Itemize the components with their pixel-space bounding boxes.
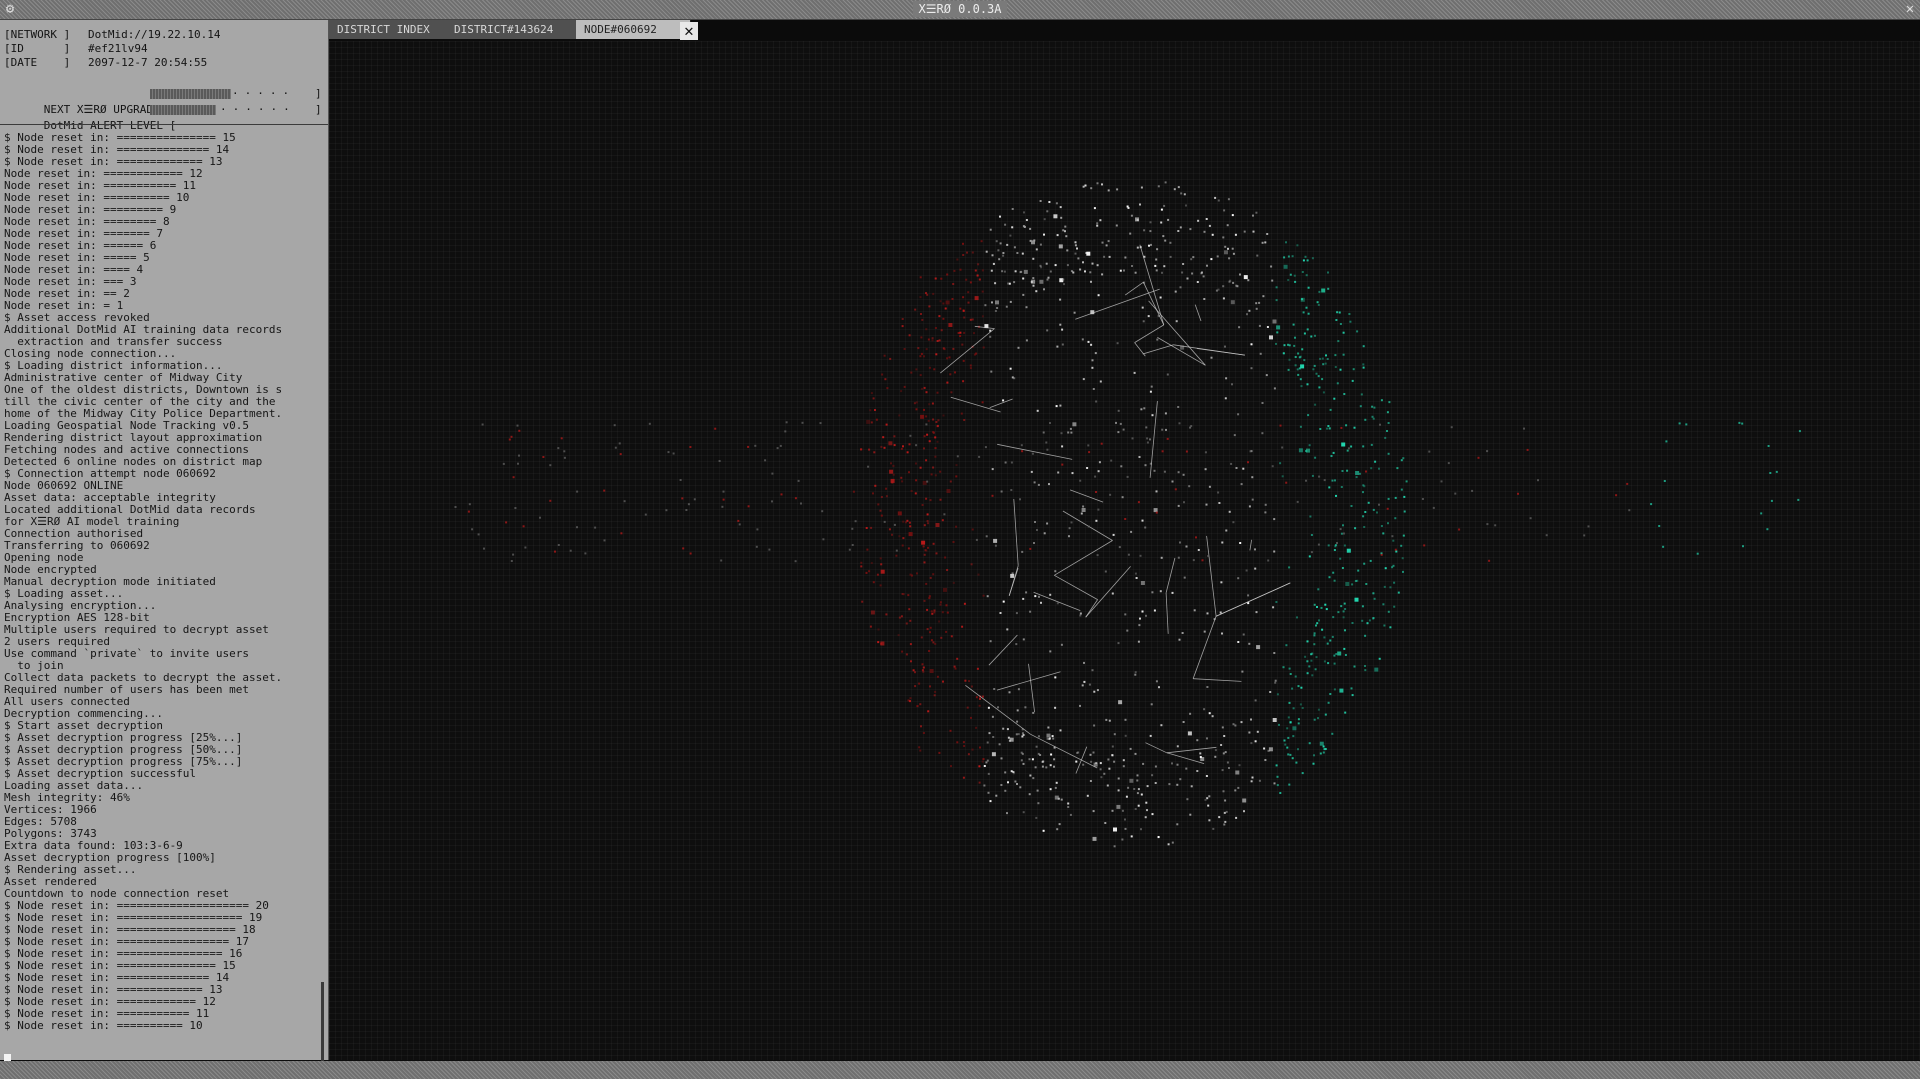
alert-label: DotMid ALERT LEVEL [ — [43, 119, 177, 132]
close-icon[interactable]: ✕ — [1902, 1, 1918, 17]
terminal-panel: [NETWORK ] DotMid://19.22.10.14 [ID ] #ef2… — [0, 20, 329, 1066]
date-key: [DATE ] — [4, 56, 71, 69]
tab-node-060692[interactable]: NODE#060692 — [576, 20, 691, 39]
close-tab-icon[interactable]: ✕ — [680, 22, 698, 40]
tab-district-143624[interactable]: DISTRICT#143624 — [446, 20, 587, 39]
date-row: [DATE ] 2097-12-7 20:54:55 — [4, 56, 324, 70]
window-title: X☰RØ 0.0.3A — [913, 1, 1007, 17]
asset-viewport[interactable] — [329, 41, 1920, 1060]
date-value: 2097-12-7 20:54:55 — [88, 56, 208, 69]
alert-end: ] — [315, 103, 322, 116]
alert-remaining-dots: ······ — [220, 103, 296, 116]
upgrade-end: ] — [315, 87, 322, 100]
id-key: [ID ] — [4, 42, 71, 55]
face-mesh-render — [454, 181, 1801, 848]
terminal-log[interactable]: $ Node reset in: =============== 15 $ Nod… — [4, 132, 316, 1062]
scatter-points — [454, 421, 1801, 563]
network-row: [NETWORK ] DotMid://19.22.10.14 — [4, 28, 324, 42]
divider — [0, 124, 328, 125]
network-key: [NETWORK ] — [4, 28, 71, 41]
status-bar — [0, 1061, 1920, 1079]
status-meters: NEXT X☰RØ UPGRADE [ ····· ] DotMid ALERT… — [4, 86, 326, 132]
tab-district-index[interactable]: DISTRICT INDEX — [329, 20, 462, 39]
alert-meter: DotMid ALERT LEVEL [ ······ ] — [4, 102, 326, 132]
id-row: [ID ] #ef21lv94 — [4, 42, 324, 56]
id-value: #ef21lv94 — [88, 42, 148, 55]
mesh-points — [852, 181, 1408, 848]
log-scrollbar[interactable] — [321, 982, 324, 1064]
session-header: [NETWORK ] DotMid://19.22.10.14 [ID ] #ef2… — [4, 28, 324, 70]
upgrade-progress-bar — [150, 89, 231, 99]
log-line: $ Node reset in: ========== 10 — [4, 1019, 203, 1032]
upgrade-meter: NEXT X☰RØ UPGRADE [ ····· ] — [4, 86, 326, 116]
gear-icon[interactable]: ⚙ — [2, 1, 18, 17]
title-bar: ⚙ X☰RØ 0.0.3A ✕ — [0, 0, 1920, 20]
alert-progress-bar — [150, 105, 216, 115]
network-value: DotMid://19.22.10.14 — [88, 28, 221, 41]
mesh-edges — [940, 244, 1291, 774]
upgrade-remaining-dots: ····· — [232, 87, 296, 100]
